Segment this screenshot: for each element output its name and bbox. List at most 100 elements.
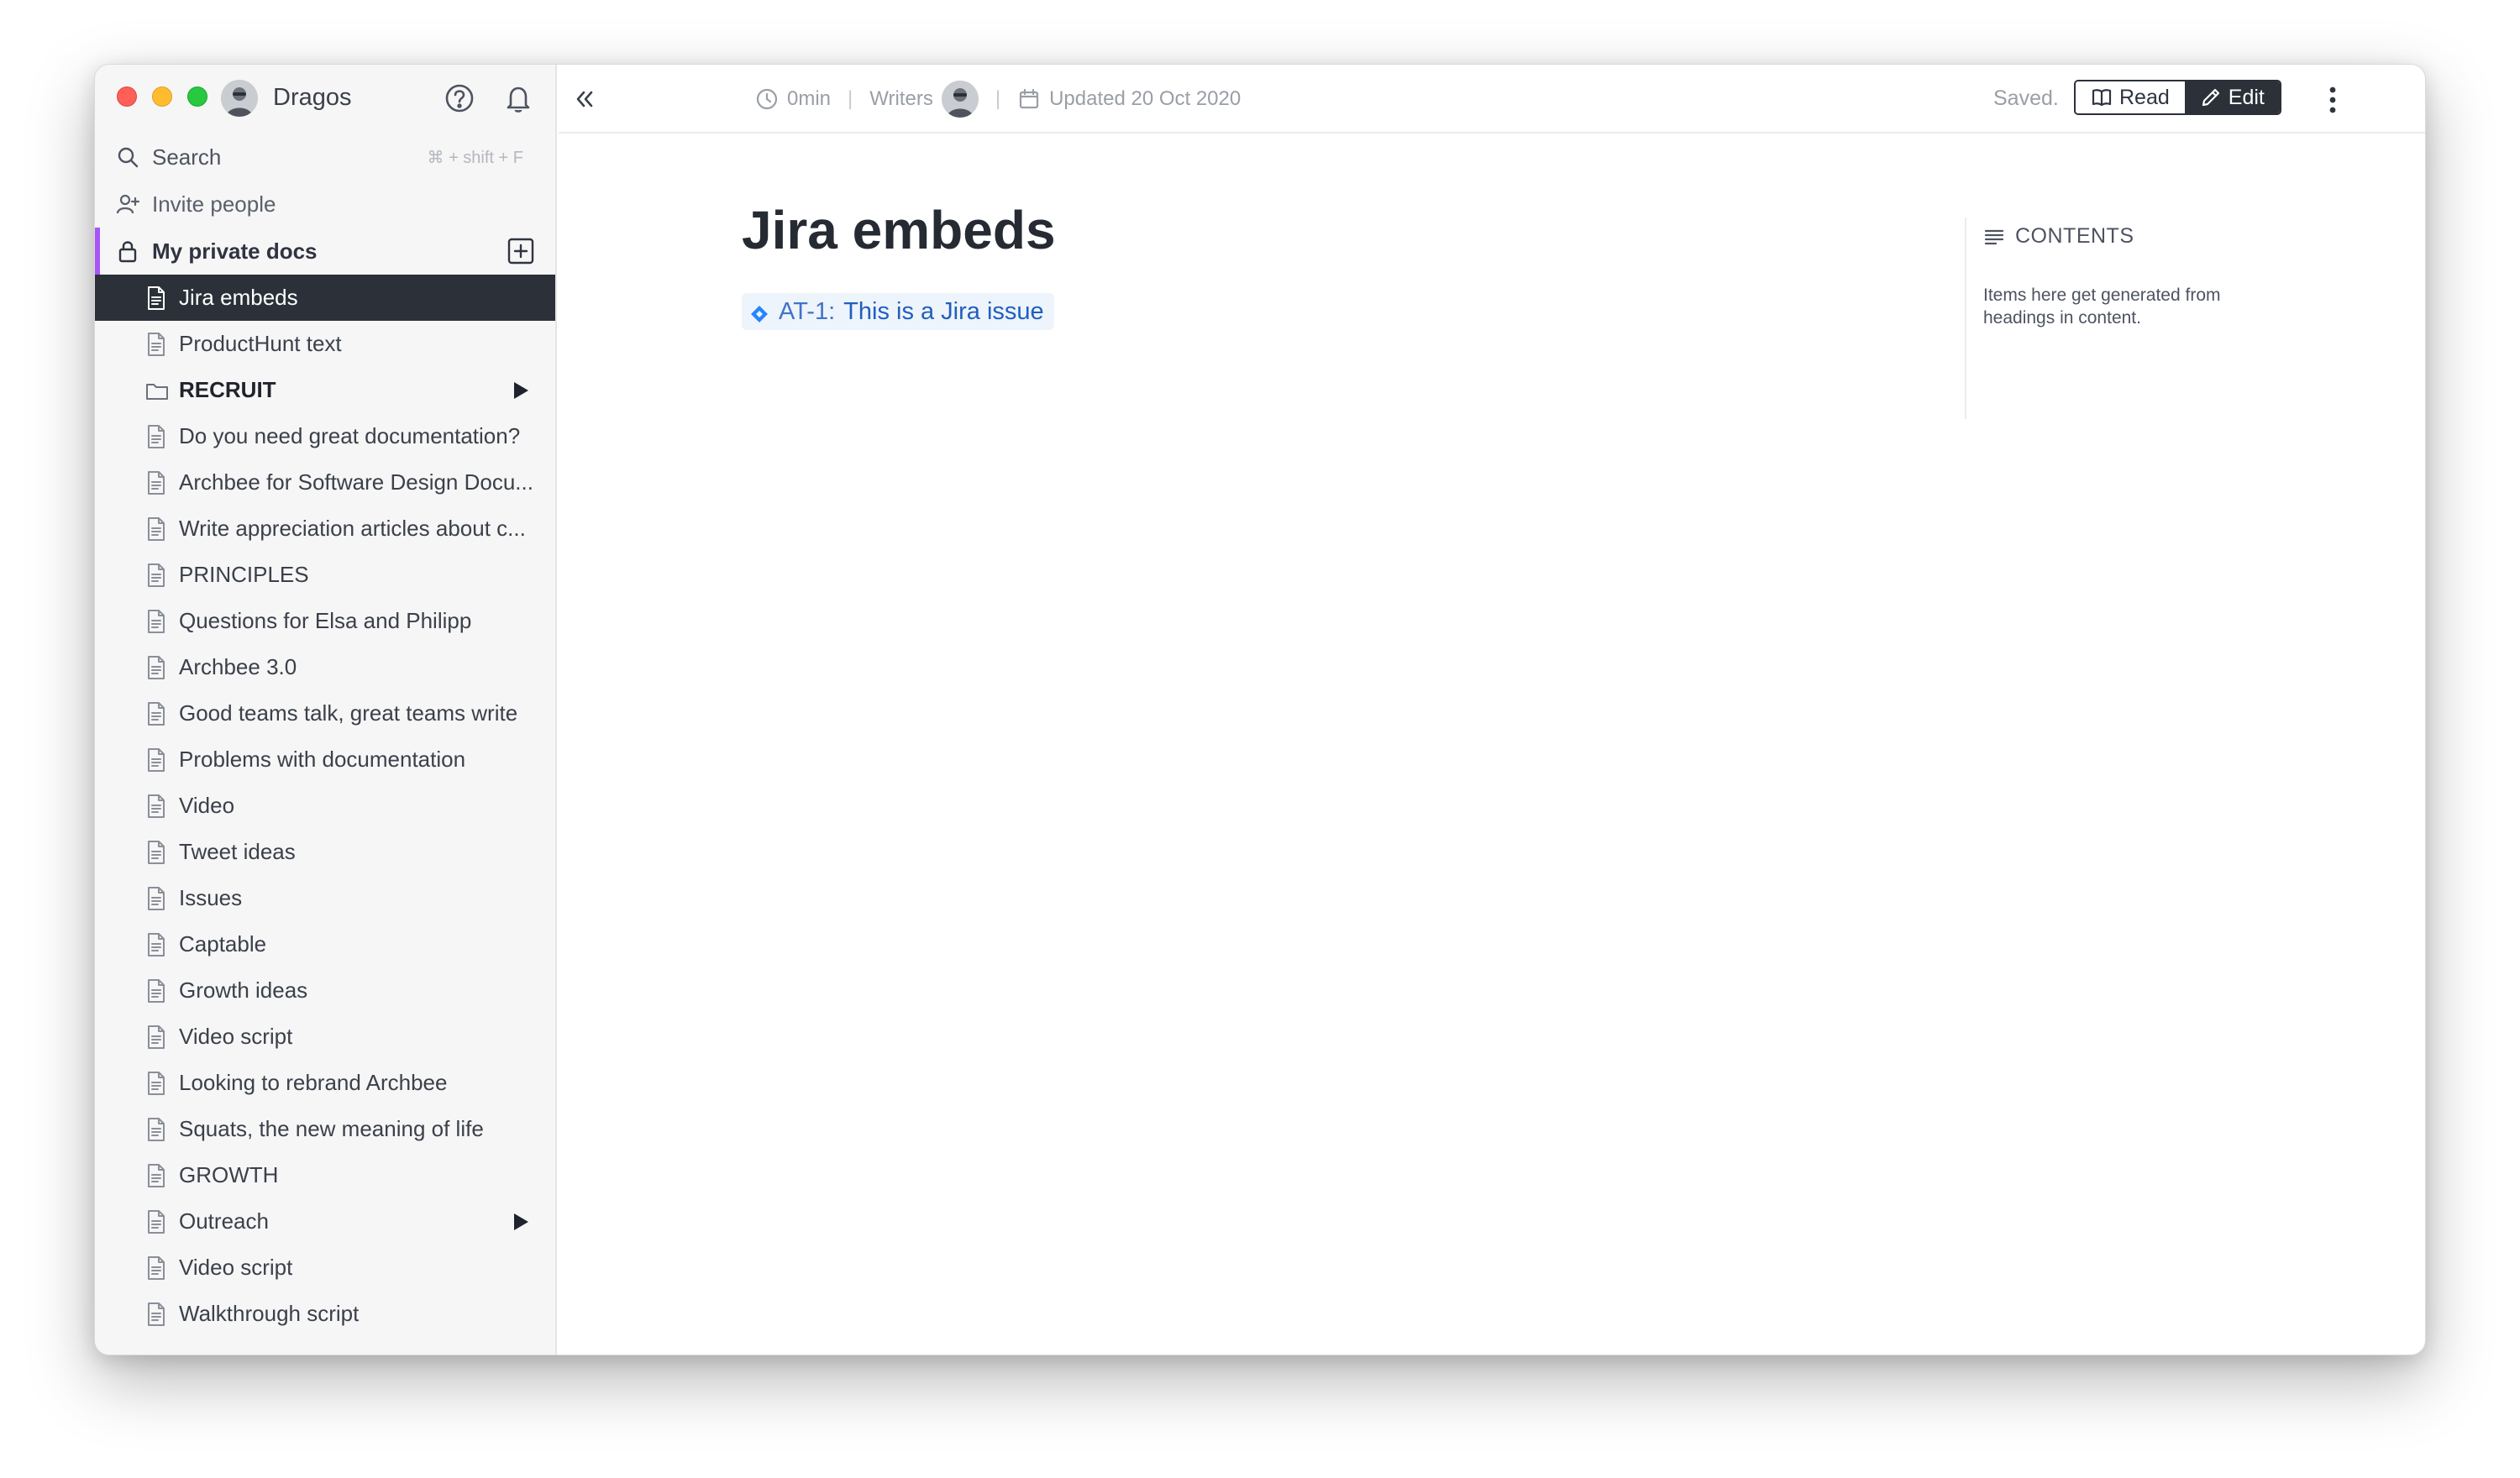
sidebar-doc-item[interactable]: Outreach xyxy=(95,1198,555,1245)
add-doc-button[interactable] xyxy=(507,237,535,265)
sidebar-doc-item[interactable]: Archbee for Software Design Docu... xyxy=(95,459,555,506)
document-icon xyxy=(145,1255,167,1281)
sidebar-item-label: Questions for Elsa and Philipp xyxy=(179,608,472,633)
expand-arrow-icon[interactable] xyxy=(512,380,530,401)
doc-meta: 0min | Writers | Updated 20 Oct 2020 xyxy=(755,65,1241,134)
sidebar-item-label: Outreach xyxy=(179,1208,269,1234)
search-label: Search xyxy=(152,144,222,170)
sidebar-item-label: Looking to rebrand Archbee xyxy=(179,1070,448,1095)
search-field[interactable]: Search ⌘ + shift + F xyxy=(95,134,555,181)
document-icon xyxy=(145,978,167,1004)
sidebar-doc-item[interactable]: Issues xyxy=(95,875,555,921)
page-title[interactable]: Jira embeds xyxy=(742,199,1056,261)
bell-icon[interactable] xyxy=(501,81,535,115)
sidebar-doc-item[interactable]: Video script xyxy=(95,1014,555,1060)
sidebar-doc-item[interactable]: Video xyxy=(95,783,555,829)
pencil-icon xyxy=(2200,86,2222,108)
document-icon xyxy=(145,609,167,634)
sidebar-item-label: Jira embeds xyxy=(179,285,298,310)
doc-tree: Jira embeds ProductHunt text RECRUIT Do you… xyxy=(95,275,555,1337)
document-icon xyxy=(145,701,167,726)
sidebar-doc-item[interactable]: Good teams talk, great teams write xyxy=(95,690,555,736)
sidebar-doc-item[interactable]: Archbee 3.0 xyxy=(95,644,555,690)
sidebar-doc-item[interactable]: Captable xyxy=(95,921,555,967)
sidebar-doc-item[interactable]: Looking to rebrand Archbee xyxy=(95,1060,555,1106)
sidebar-doc-item[interactable]: GROWTH xyxy=(95,1152,555,1198)
collapse-sidebar-icon[interactable] xyxy=(570,85,599,113)
sidebar-doc-item[interactable]: Write appreciation articles about c... xyxy=(95,506,555,552)
search-shortcut: ⌘ + shift + F xyxy=(427,148,523,167)
folder-icon xyxy=(145,378,168,403)
sidebar-item-label: Walkthrough script xyxy=(179,1301,360,1326)
list-lines-icon xyxy=(1983,226,2005,248)
writer-avatar[interactable] xyxy=(941,81,979,118)
sidebar-doc-item[interactable]: Tweet ideas xyxy=(95,829,555,875)
document-icon xyxy=(145,516,167,542)
private-docs-label: My private docs xyxy=(152,238,318,264)
sidebar-doc-item[interactable]: ProductHunt text xyxy=(95,321,555,367)
document-icon xyxy=(145,1163,167,1188)
contents-heading-label: CONTENTS xyxy=(2015,224,2134,248)
private-docs-section[interactable]: My private docs xyxy=(95,228,555,275)
sidebar-doc-item[interactable]: Walkthrough script xyxy=(95,1291,555,1337)
read-mode-button[interactable]: Read xyxy=(2076,81,2185,113)
sidebar-item-label: Video script xyxy=(179,1255,293,1280)
meta-separator: | xyxy=(848,87,853,110)
table-of-contents: CONTENTS Items here get generated from h… xyxy=(1965,218,2234,419)
view-mode-toggle: Read Edit xyxy=(2074,80,2281,115)
sidebar-doc-item[interactable]: Squats, the new meaning of life xyxy=(95,1106,555,1152)
expand-arrow-icon[interactable] xyxy=(512,1212,530,1232)
minimize-window-button[interactable] xyxy=(152,86,172,107)
sidebar-doc-item[interactable]: PRINCIPLES xyxy=(95,552,555,598)
search-icon xyxy=(115,144,140,170)
document-icon xyxy=(145,655,167,680)
sidebar-item-label: Squats, the new meaning of life xyxy=(179,1116,484,1141)
save-status: Saved. xyxy=(1993,86,2059,110)
document-icon xyxy=(145,794,167,819)
jira-icon xyxy=(750,302,769,322)
sidebar-item-label: Good teams talk, great teams write xyxy=(179,700,518,726)
sidebar-item-label: RECRUIT xyxy=(179,377,276,402)
document-icon xyxy=(145,1117,167,1142)
sidebar-item-label: Problems with documentation xyxy=(179,747,466,772)
close-window-button[interactable] xyxy=(117,86,137,107)
invite-people-label: Invite people xyxy=(152,191,276,217)
sidebar-doc-item[interactable]: Questions for Elsa and Philipp xyxy=(95,598,555,644)
document-icon xyxy=(145,563,167,588)
document-icon xyxy=(145,747,167,773)
writers-label: Writers xyxy=(869,87,933,110)
sidebar-item-label: Video xyxy=(179,793,235,818)
sidebar-item-label: Archbee 3.0 xyxy=(179,654,297,679)
meta-separator: | xyxy=(995,87,1001,110)
sidebar-header: Dragos xyxy=(95,65,555,134)
sidebar-item-label: Do you need great documentation? xyxy=(179,423,521,448)
sidebar-doc-item[interactable]: Jira embeds xyxy=(95,275,555,321)
sidebar-folder[interactable]: RECRUIT xyxy=(95,367,555,413)
contents-heading: CONTENTS xyxy=(1983,224,2234,249)
document-icon xyxy=(145,886,167,911)
sidebar-doc-item[interactable]: Growth ideas xyxy=(95,967,555,1014)
sidebar-item-label: Archbee for Software Design Docu... xyxy=(179,469,533,495)
user-avatar[interactable] xyxy=(221,80,258,117)
sidebar-doc-item[interactable]: Problems with documentation xyxy=(95,736,555,783)
more-options-icon[interactable] xyxy=(2318,83,2348,117)
invite-people-button[interactable]: Invite people xyxy=(95,181,555,228)
edit-mode-button[interactable]: Edit xyxy=(2184,81,2280,113)
app-window: Dragos Search ⌘ + shift + F Invite peopl… xyxy=(94,64,2426,1355)
updated-date: Updated 20 Oct 2020 xyxy=(1049,87,1242,110)
sidebar-item-label: Issues xyxy=(179,885,243,910)
jira-issue-embed[interactable]: AT-1: This is a Jira issue xyxy=(742,293,1054,330)
sidebar-doc-item[interactable]: Do you need great documentation? xyxy=(95,413,555,459)
sidebar: Dragos Search ⌘ + shift + F Invite peopl… xyxy=(95,65,557,1355)
jira-issue-key: AT-1: xyxy=(779,297,836,325)
zoom-window-button[interactable] xyxy=(187,86,207,107)
sidebar-item-label: Captable xyxy=(179,931,267,957)
user-name[interactable]: Dragos xyxy=(273,84,352,112)
help-icon[interactable] xyxy=(443,81,476,115)
document-icon xyxy=(145,424,167,449)
read-mode-label: Read xyxy=(2119,85,2170,109)
document-icon xyxy=(145,286,167,311)
contents-hint: Items here get generated from headings i… xyxy=(1983,286,2221,328)
sidebar-doc-item[interactable]: Video script xyxy=(95,1245,555,1291)
document-icon xyxy=(145,1025,167,1050)
